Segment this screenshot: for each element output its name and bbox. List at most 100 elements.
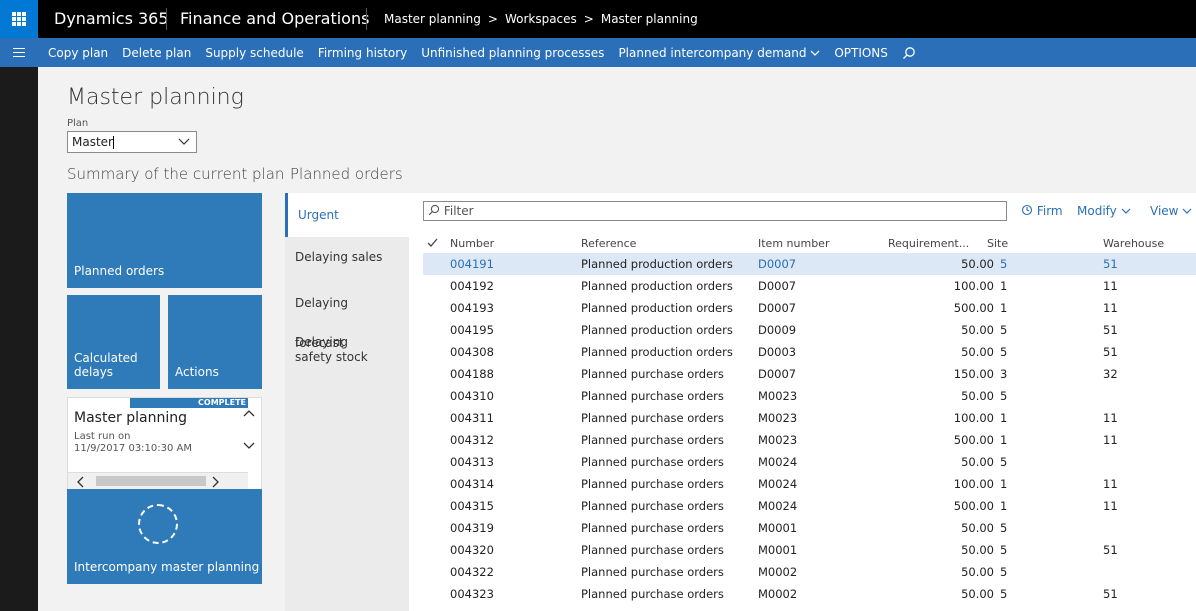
module-name[interactable]: Finance and Operations <box>180 0 369 38</box>
text-cursor <box>112 136 114 149</box>
breadcrumb: Master planning > Workspaces > Master planni… <box>384 0 698 38</box>
column-header-number[interactable]: Number <box>450 237 494 250</box>
cell-site: 5 <box>1000 587 1008 601</box>
scroll-right-icon[interactable] <box>210 476 220 488</box>
cell-item-number: D0009 <box>758 323 797 337</box>
firm-icon <box>1021 204 1033 216</box>
plan-value: Master <box>72 135 113 149</box>
table-row[interactable]: 004195 Planned production orders D0009 50.0… <box>423 319 1196 341</box>
table-row[interactable]: 004319 Planned purchase orders M0001 50.00 5 <box>423 517 1196 539</box>
app-launcher-icon[interactable] <box>0 0 38 38</box>
column-header-site[interactable]: Site <box>987 237 1008 250</box>
chevron-down-icon <box>810 50 820 56</box>
table-row[interactable]: 004311 Planned purchase orders M0023 100.00… <box>423 407 1196 429</box>
table-row[interactable]: 004192 Planned production orders D0007 100.… <box>423 275 1196 297</box>
column-header-requirement[interactable]: Requirement... <box>888 237 969 250</box>
table-row[interactable]: 004312 Planned purchase orders M0023 500.00… <box>423 429 1196 451</box>
table-row[interactable]: 004322 Planned purchase orders M0002 50.00 5 <box>423 561 1196 583</box>
table-row[interactable]: 004314 Planned purchase orders M0024 100.00… <box>423 473 1196 495</box>
cell-requirement: 500.00 <box>953 499 994 513</box>
workspace-page: Master planning Plan Master Summary of t… <box>38 67 1196 611</box>
cell-site: 5 <box>1000 323 1008 337</box>
table-row[interactable]: 004320 Planned purchase orders M0001 50.00 5… <box>423 539 1196 561</box>
column-header-warehouse[interactable]: Warehouse <box>1103 237 1164 250</box>
intercompany-master-planning-tile[interactable]: Intercompany master planning <box>67 489 262 584</box>
cell-item-number: M0002 <box>758 565 798 579</box>
cell-item-number: D0007 <box>758 301 797 315</box>
horizontal-scrollbar[interactable] <box>68 472 248 489</box>
cell-number: 004315 <box>450 499 494 513</box>
hamburger-menu-icon[interactable] <box>0 38 38 67</box>
tab-delaying-forecast[interactable]: Delaying forecast <box>285 283 409 350</box>
cell-number: 004311 <box>450 411 494 425</box>
cell-number: 004191 <box>450 257 494 271</box>
breadcrumb-item-workspaces[interactable]: Workspaces <box>505 12 577 26</box>
scroll-left-icon[interactable] <box>76 476 86 488</box>
cell-number: 004320 <box>450 543 494 557</box>
plan-dropdown[interactable]: Master <box>67 131 197 153</box>
copy-plan-button[interactable]: Copy plan <box>48 46 108 60</box>
cell-site: 5 <box>1000 565 1008 579</box>
chevron-down-icon <box>1121 208 1131 214</box>
table-row[interactable]: 004308 Planned production orders D0003 50.0… <box>423 341 1196 363</box>
view-menu-button[interactable]: View <box>1150 204 1192 218</box>
cell-requirement: 150.00 <box>953 367 994 381</box>
table-row[interactable]: 004323 Planned purchase orders M0002 50.00 5… <box>423 583 1196 605</box>
breadcrumb-item-module[interactable]: Master planning <box>384 12 481 26</box>
tab-delaying-safety-stock[interactable]: Delaying safety stock <box>285 335 385 375</box>
firming-history-button[interactable]: Firming history <box>318 46 407 60</box>
cell-requirement: 100.00 <box>953 477 994 491</box>
cell-site: 1 <box>1000 279 1008 293</box>
cell-reference: Planned purchase orders <box>581 499 724 513</box>
cell-reference: Planned purchase orders <box>581 521 724 535</box>
cell-number: 004312 <box>450 433 494 447</box>
table-row[interactable]: 004310 Planned purchase orders M0023 50.00 5 <box>423 385 1196 407</box>
last-run-label: Last run on <box>74 431 131 442</box>
cell-reference: Planned production orders <box>581 301 733 315</box>
cell-number: 004323 <box>450 587 494 601</box>
cell-site: 1 <box>1000 499 1008 513</box>
actions-tile[interactable]: Actions <box>168 295 262 389</box>
cell-number: 004188 <box>450 367 494 381</box>
table-row[interactable]: 004313 Planned purchase orders M0024 50.00 5 <box>423 451 1196 473</box>
options-tab[interactable]: OPTIONS <box>834 46 888 60</box>
view-label: View <box>1150 204 1179 218</box>
table-row[interactable]: 004188 Planned purchase orders D0007 150.00… <box>423 363 1196 385</box>
delete-plan-button[interactable]: Delete plan <box>122 46 191 60</box>
table-row[interactable]: 004315 Planned purchase orders M0024 500.00… <box>423 495 1196 517</box>
table-row[interactable]: 004191 Planned production orders D0007 50.0… <box>423 253 1196 275</box>
search-icon[interactable] <box>902 46 916 60</box>
planned-orders-grid: Filter Firm Modify View Number Reference… <box>409 193 1196 611</box>
left-rail <box>0 67 38 611</box>
top-nav-bar: Dynamics 365 Finance and Operations Mast… <box>0 0 1196 38</box>
planned-intercompany-demand-menu[interactable]: Planned intercompany demand <box>618 46 820 60</box>
table-row[interactable]: 004193 Planned production orders D0007 500.… <box>423 297 1196 319</box>
select-all-checkmark-icon[interactable] <box>427 238 438 248</box>
scrollbar-thumb[interactable] <box>96 476 206 486</box>
supply-schedule-button[interactable]: Supply schedule <box>205 46 303 60</box>
cell-number: 004195 <box>450 323 494 337</box>
planned-orders-tile[interactable]: Planned orders <box>67 193 262 288</box>
cell-requirement: 50.00 <box>961 389 994 403</box>
scroll-up-icon[interactable] <box>243 408 255 418</box>
planned-orders-section-title: Planned orders <box>290 165 403 183</box>
tab-delaying-sales[interactable]: Delaying sales <box>285 237 409 277</box>
column-header-item-number[interactable]: Item number <box>758 237 829 250</box>
cell-site: 5 <box>1000 389 1008 403</box>
cell-reference: Planned purchase orders <box>581 389 724 403</box>
filter-input[interactable]: Filter <box>423 201 1007 221</box>
cell-reference: Planned production orders <box>581 345 733 359</box>
firm-button[interactable]: Firm <box>1021 204 1063 218</box>
calculated-delays-tile[interactable]: Calculated delays <box>67 295 160 389</box>
cell-warehouse: 11 <box>1103 499 1118 513</box>
cell-warehouse: 51 <box>1103 345 1118 359</box>
column-header-reference[interactable]: Reference <box>581 237 636 250</box>
app-name[interactable]: Dynamics 365 <box>54 0 169 38</box>
scroll-down-icon[interactable] <box>243 441 255 451</box>
cell-number: 004193 <box>450 301 494 315</box>
cell-number: 004192 <box>450 279 494 293</box>
tab-urgent[interactable]: Urgent <box>285 193 409 237</box>
modify-menu-button[interactable]: Modify <box>1077 204 1131 218</box>
unfinished-planning-processes-button[interactable]: Unfinished planning processes <box>421 46 604 60</box>
divider <box>166 8 167 30</box>
